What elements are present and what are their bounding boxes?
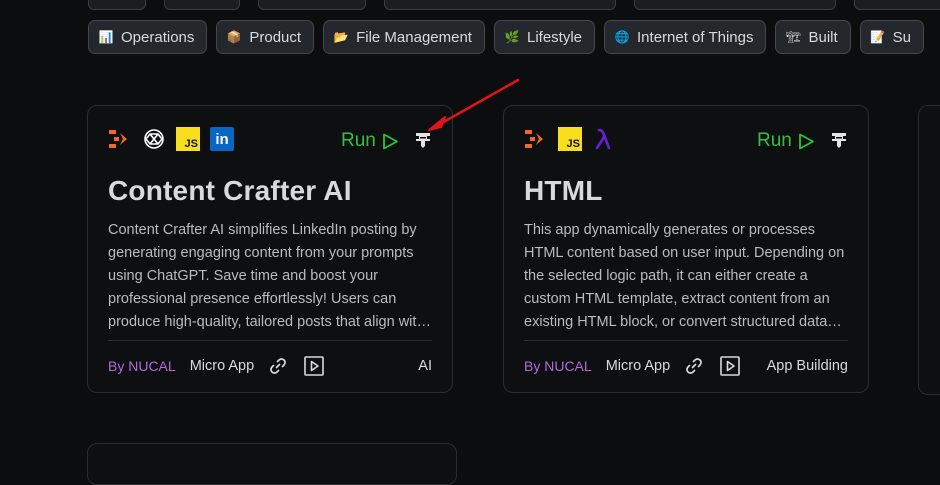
card-footer: By NUCAL Micro App AI [108, 354, 432, 378]
play-icon [382, 133, 398, 149]
openai-icon [142, 127, 166, 151]
chip-su[interactable]: 📝 Su [859, 20, 925, 54]
app-type: Micro App [605, 358, 671, 374]
app-card-partial-right[interactable] [918, 105, 940, 395]
chip-built[interactable]: 🏗 Built [775, 20, 851, 54]
chip-partial[interactable] [854, 0, 940, 10]
linkedin-icon: in [210, 127, 234, 151]
chip-label: Built [808, 28, 838, 46]
run-label: Run [757, 130, 792, 151]
category-chips: 📊 Operations 📦 Product 📂 File Management… [88, 20, 925, 54]
run-button[interactable]: Run [757, 130, 815, 152]
chip-label: Operations [121, 28, 195, 46]
lambda-icon [592, 127, 616, 151]
category-label: AI [418, 358, 432, 374]
memo-icon: 📝 [870, 30, 886, 44]
javascript-icon: JS [558, 127, 582, 151]
top-chip-row-partial [0, 0, 940, 10]
integration-icons: JS [524, 127, 616, 151]
package-icon: 📦 [226, 30, 242, 44]
chip-partial[interactable] [258, 0, 366, 10]
author-link[interactable]: By NUCAL [108, 358, 176, 374]
chip-file-management[interactable]: 📂 File Management [323, 20, 485, 54]
card-footer: By NUCAL Micro App App Building [524, 354, 848, 378]
pin-icon[interactable] [413, 130, 433, 150]
nucal-logo-icon [108, 127, 132, 151]
chip-partial[interactable] [634, 0, 836, 10]
run-label: Run [341, 130, 376, 151]
app-card-html[interactable]: JS Run HTML This app dynamically generat… [503, 105, 869, 393]
app-type: Micro App [189, 358, 255, 374]
chip-partial[interactable] [384, 0, 616, 10]
folder-icon: 📂 [333, 30, 349, 44]
author-link[interactable]: By NUCAL [524, 358, 592, 374]
javascript-icon: JS [176, 127, 200, 151]
pin-icon[interactable] [829, 130, 849, 150]
chip-lifestyle[interactable]: 🌿 Lifestyle [493, 20, 596, 54]
chip-operations[interactable]: 📊 Operations [88, 20, 208, 54]
chip-product[interactable]: 📦 Product [216, 20, 315, 54]
chip-internet-of-things[interactable]: 🌐 Internet of Things [604, 20, 767, 54]
chip-label: Internet of Things [637, 28, 754, 46]
card-description: Content Crafter AI simplifies LinkedIn p… [108, 222, 425, 330]
globe-icon: 🌐 [614, 30, 630, 44]
chip-label: Lifestyle [526, 28, 583, 46]
chip-label: Su [892, 28, 912, 46]
bar-chart-icon: 📊 [98, 30, 114, 44]
app-card-partial-bottom[interactable] [87, 443, 457, 485]
link-icon[interactable] [268, 356, 288, 376]
nucal-logo-icon [524, 127, 548, 151]
card-description: This app dynamically generates or proces… [524, 222, 845, 330]
play-icon [798, 133, 814, 149]
integration-icons: JS in [108, 127, 234, 151]
preview-play-icon[interactable] [304, 356, 324, 376]
leaf-icon: 🌿 [504, 30, 520, 44]
chip-label: File Management [356, 28, 472, 46]
chip-label: Product [249, 28, 302, 46]
card-divider [108, 340, 432, 341]
chip-partial[interactable] [88, 0, 146, 10]
category-label: App Building [766, 358, 848, 374]
card-title: HTML [524, 175, 603, 206]
card-title: Content Crafter AI [108, 175, 352, 206]
construction-icon: 🏗 [785, 30, 802, 44]
preview-play-icon[interactable] [720, 356, 740, 376]
run-button[interactable]: Run [341, 130, 399, 152]
link-icon[interactable] [684, 356, 704, 376]
chip-partial[interactable] [164, 0, 240, 10]
app-card-content-crafter[interactable]: JS in Run Content Crafter AI Content Cra… [87, 105, 453, 393]
card-divider [524, 340, 848, 341]
